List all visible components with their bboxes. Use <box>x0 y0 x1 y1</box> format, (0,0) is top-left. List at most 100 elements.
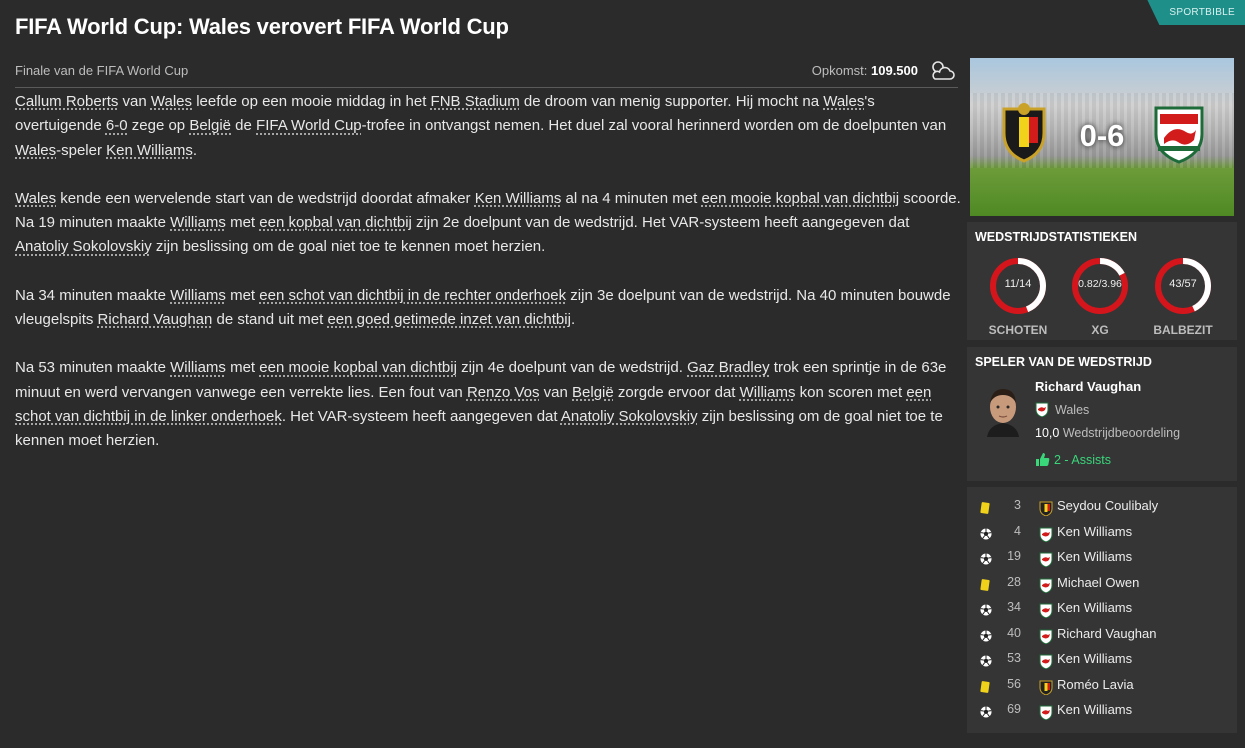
entity-link[interactable]: België <box>189 117 231 134</box>
report-paragraph: Na 34 minuten maakte Williams met een sc… <box>15 284 963 333</box>
event-row[interactable]: 56 Roméo Lavia <box>967 674 1237 698</box>
report-text: van <box>539 383 573 401</box>
entity-link[interactable]: Callum Roberts <box>15 93 118 110</box>
report-text: al na 4 minuten met <box>561 189 702 207</box>
stat-possession[interactable]: 43/57 BALBEZIT <box>1153 256 1213 337</box>
football-goal-icon <box>980 552 992 570</box>
entity-link[interactable]: Renzo Vos <box>467 384 540 401</box>
entity-link[interactable]: Wales <box>823 93 864 110</box>
report-text: zorgde ervoor dat <box>613 383 740 401</box>
entity-link[interactable]: Williams <box>170 359 226 376</box>
event-row[interactable]: 40 Richard Vaughan <box>967 623 1237 647</box>
report-text: . <box>192 141 198 159</box>
report-text: kende een wervelende start van de wedstr… <box>56 189 475 207</box>
entity-link[interactable]: Ken Williams <box>106 142 193 159</box>
report-text: kon scoren met <box>795 383 907 401</box>
event-player[interactable]: Ken Williams <box>1057 651 1132 666</box>
football-goal-icon <box>980 654 992 672</box>
report-text: met <box>225 286 260 304</box>
event-minute: 40 <box>1007 625 1021 640</box>
wales-crest-icon <box>1039 578 1053 598</box>
entity-link[interactable]: Gaz Bradley <box>687 359 770 376</box>
stat-label: XG <box>1091 323 1109 337</box>
entity-link[interactable]: een mooie kopbal van dichtbij <box>259 359 457 376</box>
stat-xg[interactable]: 0.82/3.96 XG <box>1070 256 1130 337</box>
event-minute: 3 <box>1014 498 1021 512</box>
entity-link[interactable]: Wales <box>15 190 56 207</box>
report-text: Na 53 minuten maakte <box>15 359 171 377</box>
event-player[interactable]: Ken Williams <box>1057 600 1132 615</box>
potm-name[interactable]: Richard Vaughan <box>1035 379 1141 394</box>
report-text: . Het VAR-systeem heeft aangegeven dat <box>281 407 561 425</box>
event-minute: 34 <box>1007 600 1021 614</box>
thumbs-up-icon <box>1036 453 1050 466</box>
competition-subtitle: Finale van de FIFA World Cup <box>15 63 189 78</box>
event-player[interactable]: Ken Williams <box>1057 524 1132 539</box>
stat-label: BALBEZIT <box>1153 323 1213 337</box>
wales-crest-icon <box>1039 527 1053 547</box>
event-row[interactable]: 3 Seydou Coulibaly <box>967 495 1237 519</box>
stat-shots[interactable]: 11/14 SCHOTEN <box>988 256 1048 337</box>
entity-link[interactable]: een mooie kopbal van dichtbij <box>701 190 899 207</box>
event-minute: 53 <box>1007 651 1021 665</box>
report-paragraph: Na 53 minuten maakte Williams met een mo… <box>15 356 963 453</box>
event-row[interactable]: 4 Ken Williams <box>967 521 1237 545</box>
event-row[interactable]: 28 Michael Owen <box>967 572 1237 596</box>
entity-link[interactable]: België <box>572 384 614 401</box>
event-row[interactable]: 19 Ken Williams <box>967 546 1237 570</box>
report-text: zege op <box>127 117 190 135</box>
entity-link[interactable]: Wales <box>151 93 192 110</box>
potm-assists-row: 2 - Assists <box>1035 452 1111 467</box>
wales-crest-icon <box>1039 629 1053 649</box>
stat-label: SCHOTEN <box>988 323 1048 337</box>
entity-link[interactable]: FNB Stadium <box>431 93 520 110</box>
entity-link[interactable]: Anatoliy Sokolovskiy <box>561 408 698 425</box>
entity-link[interactable]: Williams <box>170 287 226 304</box>
event-minute: 69 <box>1007 702 1021 716</box>
source-tag[interactable]: SPORTBIBLE <box>1147 0 1245 25</box>
yellow-card-icon <box>980 680 990 698</box>
wales-crest-icon <box>1039 552 1053 572</box>
attendance: Opkomst: 109.500 <box>812 63 918 78</box>
event-player[interactable]: Ken Williams <box>1057 702 1132 717</box>
entity-link[interactable]: 6-0 <box>106 117 128 134</box>
report-text: de <box>231 117 257 135</box>
event-player[interactable]: Seydou Coulibaly <box>1057 498 1158 513</box>
potm-team[interactable]: Wales <box>1055 403 1089 417</box>
event-minute: 4 <box>1014 523 1021 538</box>
entity-link[interactable]: Anatoliy Sokolovskiy <box>15 238 152 255</box>
report-text: met <box>225 214 260 232</box>
entity-link[interactable]: Ken Williams <box>475 190 562 207</box>
event-row[interactable]: 69 Ken Williams <box>967 699 1237 723</box>
event-player[interactable]: Ken Williams <box>1057 549 1132 564</box>
report-text: -speler <box>56 141 107 159</box>
potm-assists: 2 - Assists <box>1054 453 1111 467</box>
event-player[interactable]: Roméo Lavia <box>1057 677 1134 692</box>
event-row[interactable]: 53 Ken Williams <box>967 648 1237 672</box>
player-face-avatar[interactable] <box>981 383 1025 437</box>
stat-value: 0.82/3.96 <box>1078 278 1122 290</box>
report-text: zijn 4e doelpunt van de wedstrijd. <box>456 359 688 377</box>
report-paragraph: Callum Roberts van Wales leefde op een m… <box>15 90 963 163</box>
event-player[interactable]: Richard Vaughan <box>1057 626 1157 641</box>
wales-crest-icon <box>1039 705 1053 725</box>
entity-link[interactable]: een kopbal van dichtbij <box>259 214 412 231</box>
event-row[interactable]: 34 Ken Williams <box>967 597 1237 621</box>
potm-rating-label: Wedstrijdbeoordeling <box>1062 426 1181 440</box>
entity-link[interactable]: Wales <box>15 142 56 159</box>
entity-link[interactable]: Williams <box>170 214 226 231</box>
football-goal-icon <box>980 629 992 647</box>
report-text: zijn beslissing om de goal niet toe te k… <box>151 238 546 256</box>
player-of-the-match-panel: SPELER VAN DE WEDSTRIJD Richard Vaughan … <box>967 347 1237 481</box>
entity-link[interactable]: een goed getimede inzet van dichtbij <box>327 311 571 328</box>
match-report: Callum Roberts van Wales leefde op een m… <box>15 90 963 478</box>
event-minute: 19 <box>1007 549 1021 563</box>
belgium-crest-icon <box>1039 501 1053 521</box>
wales-crest-icon <box>1039 603 1053 623</box>
entity-link[interactable]: FIFA World Cup <box>256 117 362 134</box>
entity-link[interactable]: Williams <box>740 384 796 401</box>
event-player[interactable]: Michael Owen <box>1057 575 1139 590</box>
potm-title: SPELER VAN DE WEDSTRIJD <box>975 355 1152 369</box>
entity-link[interactable]: een schot van dichtbij in de rechter ond… <box>259 287 566 304</box>
entity-link[interactable]: Richard Vaughan <box>98 311 213 328</box>
